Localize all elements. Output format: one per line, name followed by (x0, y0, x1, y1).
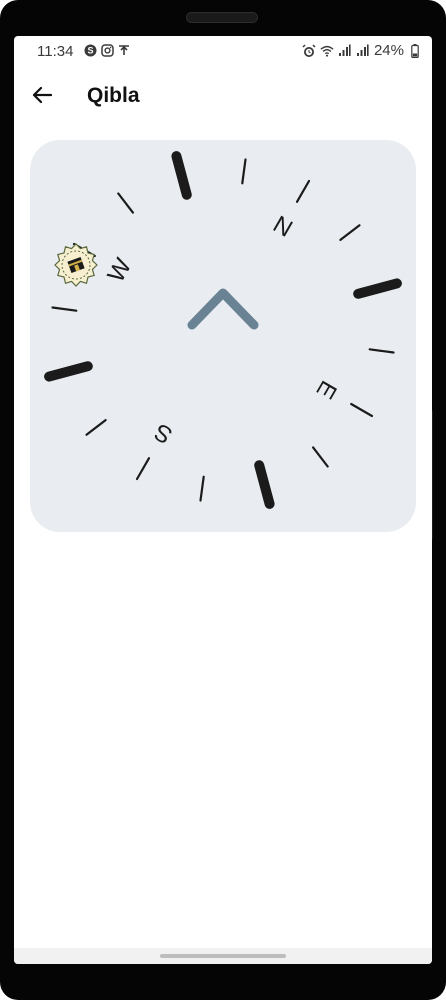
compass-ticks (44, 151, 402, 509)
compass-minor-tick (295, 179, 311, 203)
svg-text:S: S (87, 45, 93, 55)
compass-label-south: S (150, 418, 177, 449)
compass-minor-tick (85, 419, 107, 436)
kaaba-icon (54, 243, 98, 287)
signal-icon (356, 44, 370, 58)
arrow-left-icon (32, 86, 53, 109)
wifi-icon (320, 44, 334, 58)
battery-icon (408, 43, 422, 58)
page-title: Qibla (87, 84, 140, 107)
compass-label-west: W (102, 254, 137, 287)
back-button[interactable] (28, 79, 56, 115)
status-notification-icons: S (83, 43, 131, 57)
compass-label-north: N (268, 211, 297, 243)
compass-major-tick (254, 460, 275, 509)
instagram-icon (100, 43, 114, 57)
compass-major-tick (44, 361, 93, 382)
alarm-icon (302, 43, 316, 58)
compass-minor-tick (350, 402, 374, 418)
compass-minor-tick (368, 348, 395, 354)
chevron-up-icon (187, 288, 259, 330)
compass-label-east: E (311, 376, 342, 403)
signal-icon (338, 44, 352, 58)
status-bar: 11:34 S 24% (14, 36, 432, 66)
compass-minor-tick (117, 192, 135, 214)
compass-minor-tick (241, 158, 247, 185)
compass-major-tick (171, 151, 192, 200)
download-arrow-icon (117, 43, 131, 57)
skype-icon: S (83, 43, 97, 57)
battery-percent: 24% (373, 42, 404, 59)
status-system-icons: 24% (302, 42, 422, 59)
compass-minor-tick (339, 224, 361, 242)
earpiece-speaker (186, 12, 258, 23)
app-bar: Qibla (14, 72, 432, 122)
phone-frame: 11:34 S 24% Qibla N E S W (0, 0, 446, 1000)
compass-major-tick (353, 278, 402, 299)
compass-minor-tick (51, 306, 78, 312)
status-time: 11:34 (37, 43, 74, 60)
compass-minor-tick (312, 446, 329, 468)
compass-minor-tick (199, 475, 205, 502)
screen: 11:34 S 24% Qibla N E S W (14, 36, 432, 964)
qibla-compass: N E S W (30, 140, 416, 532)
compass-minor-tick (135, 457, 151, 481)
compass-dial: N E S W (44, 151, 402, 509)
home-indicator[interactable] (160, 954, 286, 958)
